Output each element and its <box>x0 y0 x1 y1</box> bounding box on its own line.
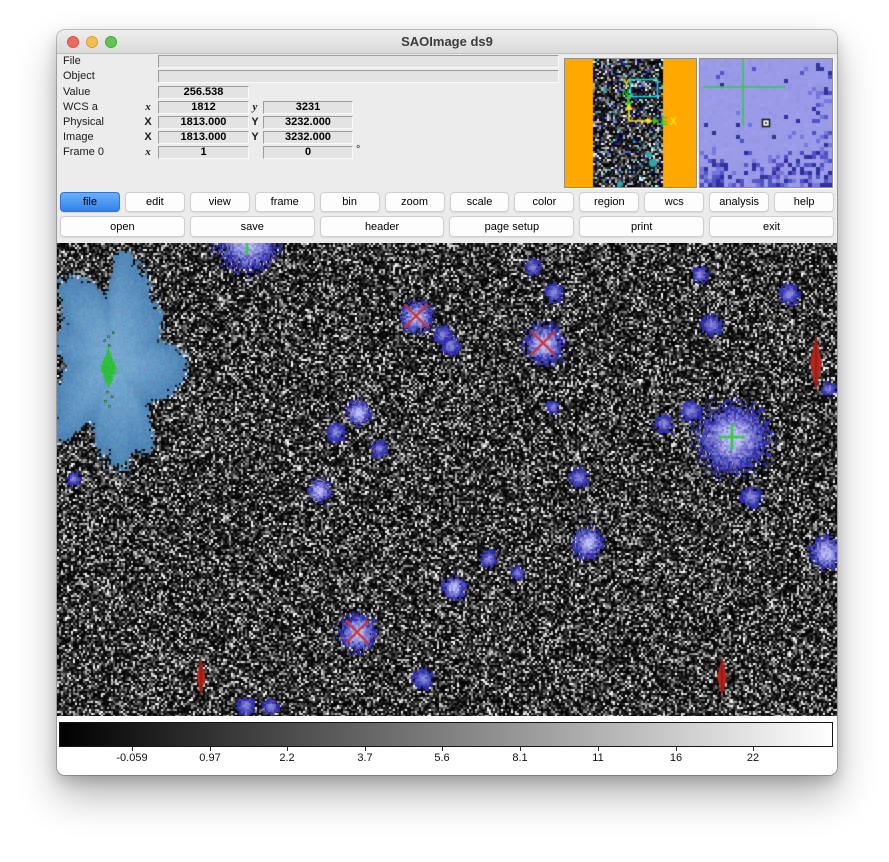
wcs-x-label: x <box>141 101 155 114</box>
degree-symbol: ° <box>356 144 360 156</box>
physical-x-label: X <box>141 116 155 129</box>
magnifier-panel <box>699 58 833 188</box>
colorbar-tick <box>598 747 599 751</box>
colorbar-tick-label: 8.1 <box>512 752 527 764</box>
image-y-label: Y <box>248 131 262 144</box>
colorbar-tick <box>520 747 521 751</box>
menu-zoom[interactable]: zoom <box>385 192 445 212</box>
colorbar-tick-label: 0.97 <box>199 752 220 764</box>
menu-wcs[interactable]: wcs <box>644 192 704 212</box>
frame-x-label: x <box>141 146 155 159</box>
colorbar-tick <box>753 747 754 751</box>
menu-scale[interactable]: scale <box>450 192 510 212</box>
colorbar-gradient[interactable] <box>59 722 833 747</box>
object-label: Object <box>63 70 95 83</box>
colorbar-tick <box>132 747 133 751</box>
window-title: SAOImage ds9 <box>57 30 837 53</box>
panner-canvas[interactable] <box>565 59 696 187</box>
colorbar-tick-label: 16 <box>670 752 682 764</box>
physical-x-field[interactable]: 1813.000 <box>158 116 249 129</box>
frame-zoom-field[interactable]: 1 <box>158 146 249 159</box>
file-label: File <box>63 55 81 68</box>
colorbar-tick-label: -0.059 <box>116 752 147 764</box>
colorbar-section: -0.059 0.97 2.2 3.7 5.6 8.1 11 16 22 <box>57 716 837 775</box>
colorbar-tick <box>676 747 677 751</box>
close-button[interactable] <box>67 36 79 48</box>
wcs-y-label: y <box>248 101 262 114</box>
info-panel: File Object Value 256.538 WCS a x 1812 y… <box>57 54 837 191</box>
physical-y-field[interactable]: 3232.000 <box>263 116 353 129</box>
wcs-label: WCS a <box>63 101 98 114</box>
traffic-lights <box>67 36 117 48</box>
physical-label: Physical <box>63 116 104 129</box>
colorbar-tick-label: 11 <box>592 752 603 764</box>
panner-panel <box>564 58 697 188</box>
menu-file[interactable]: file <box>60 192 120 212</box>
sky-image[interactable] <box>57 243 837 716</box>
object-field[interactable] <box>158 70 559 83</box>
magnifier-canvas <box>700 59 832 187</box>
physical-y-label: Y <box>248 116 262 129</box>
image-x-field[interactable]: 1813.000 <box>158 131 249 144</box>
colorbar-tick-label: 22 <box>747 752 759 764</box>
menu-analysis[interactable]: analysis <box>709 192 769 212</box>
wcs-y-field[interactable]: 3231 <box>263 101 353 114</box>
menu-open[interactable]: open <box>60 216 185 237</box>
wcs-x-field[interactable]: 1812 <box>158 101 249 114</box>
colorbar-tick <box>210 747 211 751</box>
menu-region[interactable]: region <box>579 192 639 212</box>
image-y-field[interactable]: 3232.000 <box>263 131 353 144</box>
colorbar-tick <box>442 747 443 751</box>
minimize-button[interactable] <box>86 36 98 48</box>
menu-frame[interactable]: frame <box>255 192 315 212</box>
frame-rotate-field[interactable]: 0 <box>263 146 353 159</box>
menu-header[interactable]: header <box>320 216 445 237</box>
value-field[interactable]: 256.538 <box>158 86 249 99</box>
menu-bin[interactable]: bin <box>320 192 380 212</box>
menu-row-1: fileeditviewframebinzoomscalecolorregion… <box>57 192 837 212</box>
image-x-label: X <box>141 131 155 144</box>
menu-save[interactable]: save <box>190 216 315 237</box>
menu-help[interactable]: help <box>774 192 834 212</box>
menu-print[interactable]: print <box>579 216 704 237</box>
zoom-button[interactable] <box>105 36 117 48</box>
ds9-window: SAOImage ds9 File Object Value 256.538 W… <box>57 30 837 775</box>
colorbar-tick-label: 3.7 <box>357 752 372 764</box>
menu-view[interactable]: view <box>190 192 250 212</box>
image-label: Image <box>63 131 94 144</box>
menu-exit[interactable]: exit <box>709 216 834 237</box>
colorbar-tick-label: 5.6 <box>434 752 449 764</box>
file-field[interactable] <box>158 55 559 68</box>
menu-page-setup[interactable]: page setup <box>449 216 574 237</box>
titlebar[interactable]: SAOImage ds9 <box>57 30 837 54</box>
menu-color[interactable]: color <box>514 192 574 212</box>
colorbar-tick-label: 2.2 <box>279 752 294 764</box>
menu-row-2: opensaveheaderpage setupprintexit <box>57 216 837 237</box>
colorbar-tick <box>287 747 288 751</box>
frame-label: Frame 0 <box>63 146 104 159</box>
value-label: Value <box>63 86 90 99</box>
colorbar-tick <box>365 747 366 751</box>
menu-edit[interactable]: edit <box>125 192 185 212</box>
